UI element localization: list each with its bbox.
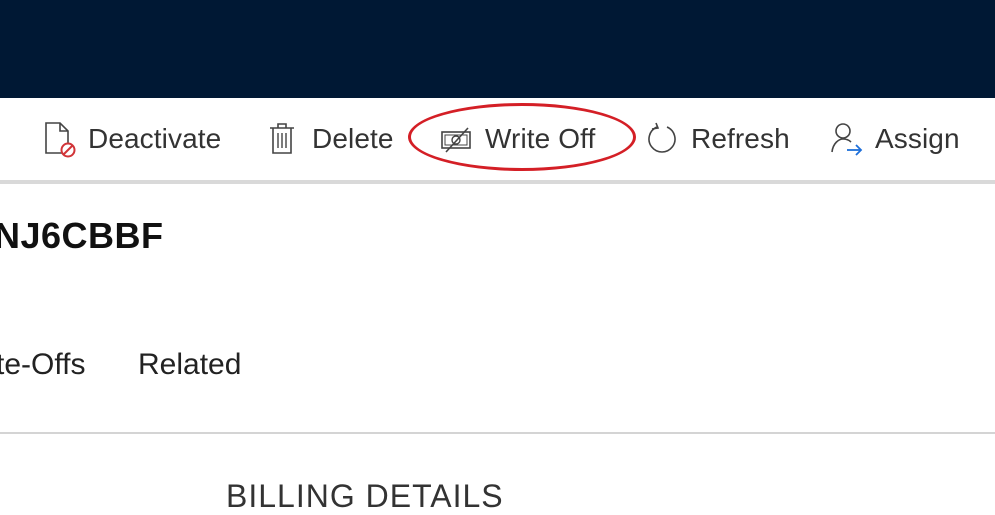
app-header-bar [0,0,995,98]
write-off-button[interactable]: Write Off [441,116,595,162]
refresh-label: Refresh [691,123,790,154]
refresh-icon [647,122,679,156]
assign-icon [831,122,863,156]
refresh-button[interactable]: Refresh [647,116,790,162]
assign-label: Assign [875,123,960,154]
billing-details-heading: BILLING DETAILS [226,478,504,514]
delete-label: Delete [312,123,394,154]
record-title: NJ6CBBF [0,215,164,256]
tab-write-offs[interactable]: te-Offs [0,348,85,382]
command-bar-divider [0,180,995,184]
trash-icon [268,122,300,156]
tabs-divider [0,432,995,434]
deactivate-label: Deactivate [88,123,222,154]
tab-related[interactable]: Related [138,348,241,382]
deactivate-icon [44,122,76,158]
assign-button[interactable]: Assign [831,116,960,162]
write-off-label: Write Off [485,123,596,154]
deactivate-button[interactable]: Deactivate [44,116,221,162]
delete-button[interactable]: Delete [268,116,394,162]
write-off-icon [441,122,473,156]
